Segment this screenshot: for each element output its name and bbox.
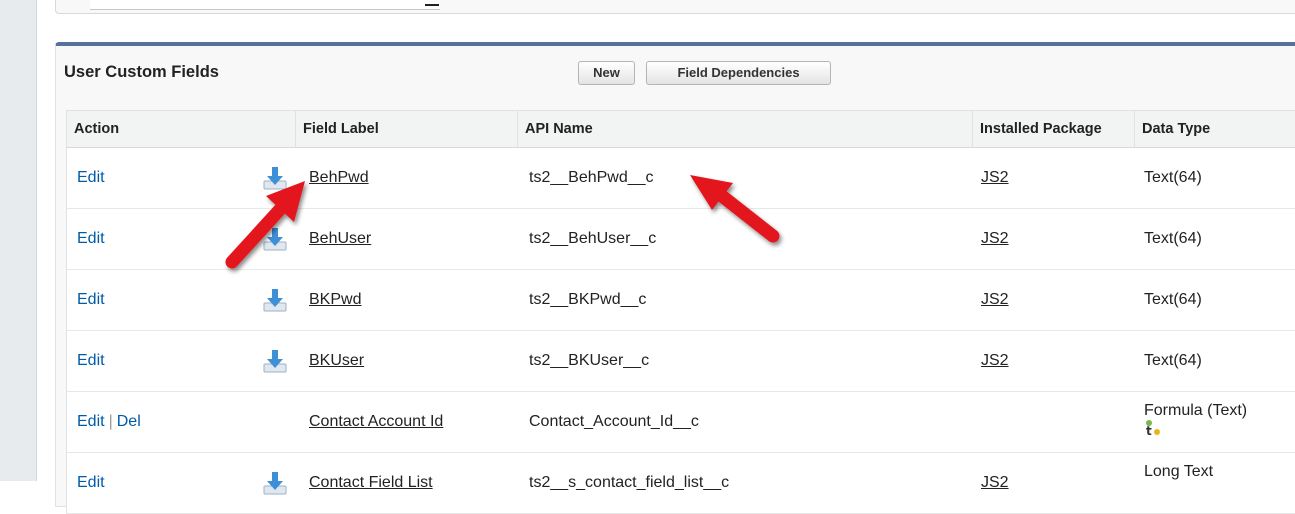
installed-package-cell: JS2 [981, 148, 1009, 208]
data-type-cell: Text(64) [1144, 148, 1202, 208]
field-label-link[interactable]: BKPwd [309, 291, 361, 308]
installed-package-cell: JS2 [981, 331, 1009, 391]
installed-package-cell: JS2 [981, 209, 1009, 269]
edit-link[interactable]: Edit [77, 413, 105, 430]
installed-package-link[interactable]: JS2 [981, 352, 1009, 369]
data-type-text: Text(64) [1144, 169, 1202, 186]
table-body: Edit BehPwd ts2__BehPwd__c JS2 Text(64) Edit B… [67, 148, 1295, 514]
row-actions: Edit [77, 270, 105, 330]
field-label-cell: BKUser [309, 331, 364, 391]
installed-package-cell: JS2 [981, 270, 1009, 330]
row-actions: Edit [77, 331, 105, 391]
column-header-action: Action [74, 121, 120, 137]
api-name-cell: ts2__BehPwd__c [529, 169, 654, 186]
installed-package-link[interactable]: JS2 [981, 230, 1009, 247]
data-type-text: Text(64) [1144, 230, 1202, 247]
table-row: Edit Contact Field List ts2__s_contact_fie… [67, 453, 1295, 514]
field-label-link[interactable]: BehUser [309, 230, 371, 247]
sidebar-divider [36, 0, 37, 481]
install-download-icon [262, 348, 288, 374]
field-label-cell: BKPwd [309, 270, 361, 330]
table-row: Edit BehPwd ts2__BehPwd__c JS2 Text(64) [67, 148, 1295, 209]
action-separator: | [108, 413, 113, 430]
data-type-cell: Text(64) [1144, 331, 1202, 391]
table-row: Edit BehUser ts2__BehUser__c JS2 Text(64) [67, 209, 1295, 270]
data-type-cell: Text(64) [1144, 270, 1202, 330]
install-download-icon [262, 165, 288, 191]
field-label-cell: Contact Account Id [309, 392, 443, 452]
installed-package-link[interactable]: JS2 [981, 474, 1009, 491]
install-download-icon [262, 287, 288, 313]
data-type-cell: Long Text [1144, 453, 1213, 504]
api-name-cell: ts2__s_contact_field_list__c [529, 474, 730, 491]
api-name-cell: ts2__BKPwd__c [529, 291, 647, 308]
new-button[interactable]: New [578, 61, 635, 85]
field-label-cell: Contact Field List [309, 453, 433, 513]
left-sidebar-strip [0, 0, 36, 481]
table-row: Edit | Del Contact Account Id Contact_Accoun… [67, 392, 1295, 453]
user-custom-fields-list: User Custom Fields New Field Dependencie… [55, 42, 1295, 514]
installed-package-cell: JS2 [981, 453, 1009, 513]
installed-package-link[interactable]: JS2 [981, 291, 1009, 308]
field-dependencies-button[interactable]: Field Dependencies [646, 61, 831, 85]
section-title: User Custom Fields [64, 63, 219, 81]
column-header-field-label: Field Label [295, 111, 517, 147]
data-type-text: Long Text [1144, 463, 1214, 480]
field-label-link[interactable]: BehPwd [309, 169, 369, 186]
installed-package-link[interactable]: JS2 [981, 169, 1009, 186]
fields-table: Action Field Label API Name Installed Pa… [66, 110, 1295, 514]
edit-link[interactable]: Edit [77, 474, 105, 491]
row-actions: Edit [77, 209, 105, 269]
field-label-link[interactable]: Contact Field List [309, 474, 433, 491]
api-name-cell: Contact_Account_Id__c [529, 413, 699, 430]
column-header-data-type: Data Type [1134, 111, 1295, 147]
del-link[interactable]: Del [117, 413, 141, 430]
field-label-cell: BehPwd [309, 148, 369, 208]
row-actions: Edit [77, 148, 105, 208]
column-header-installed-package: Installed Package [972, 111, 1134, 147]
field-label-link[interactable]: Contact Account Id [309, 413, 443, 430]
edit-link[interactable]: Edit [77, 230, 105, 247]
svg-text:t: t [1146, 424, 1152, 438]
api-name-cell: ts2__BehUser__c [529, 230, 657, 247]
api-name-cell: ts2__BKUser__c [529, 352, 650, 369]
data-type-text: Text(64) [1144, 291, 1202, 308]
install-download-icon [262, 226, 288, 252]
row-actions: Edit [77, 453, 105, 513]
edit-link[interactable]: Edit [77, 291, 105, 308]
edit-link[interactable]: Edit [77, 352, 105, 369]
table-row: Edit BKPwd ts2__BKPwd__c JS2 Text(64) [67, 270, 1295, 331]
data-type-cell: Formula (Text) t [1144, 392, 1247, 443]
data-type-cell: Text(64) [1144, 209, 1202, 269]
text-cursor [425, 4, 439, 6]
edit-link[interactable]: Edit [77, 169, 105, 186]
data-type-text: Text(64) [1144, 352, 1202, 369]
field-label-cell: BehUser [309, 209, 371, 269]
column-header-api-name: API Name [517, 111, 972, 147]
table-header: Action Field Label API Name Installed Pa… [67, 110, 1295, 148]
formula-indicator-icon: t [1144, 420, 1164, 438]
row-actions: Edit | Del [77, 392, 141, 452]
top-panel [55, 0, 1295, 14]
top-panel-field[interactable] [90, 0, 440, 10]
install-download-icon [262, 470, 288, 496]
table-row: Edit BKUser ts2__BKUser__c JS2 Text(64) [67, 331, 1295, 392]
field-label-link[interactable]: BKUser [309, 352, 364, 369]
data-type-text: Formula (Text) [1144, 402, 1248, 419]
